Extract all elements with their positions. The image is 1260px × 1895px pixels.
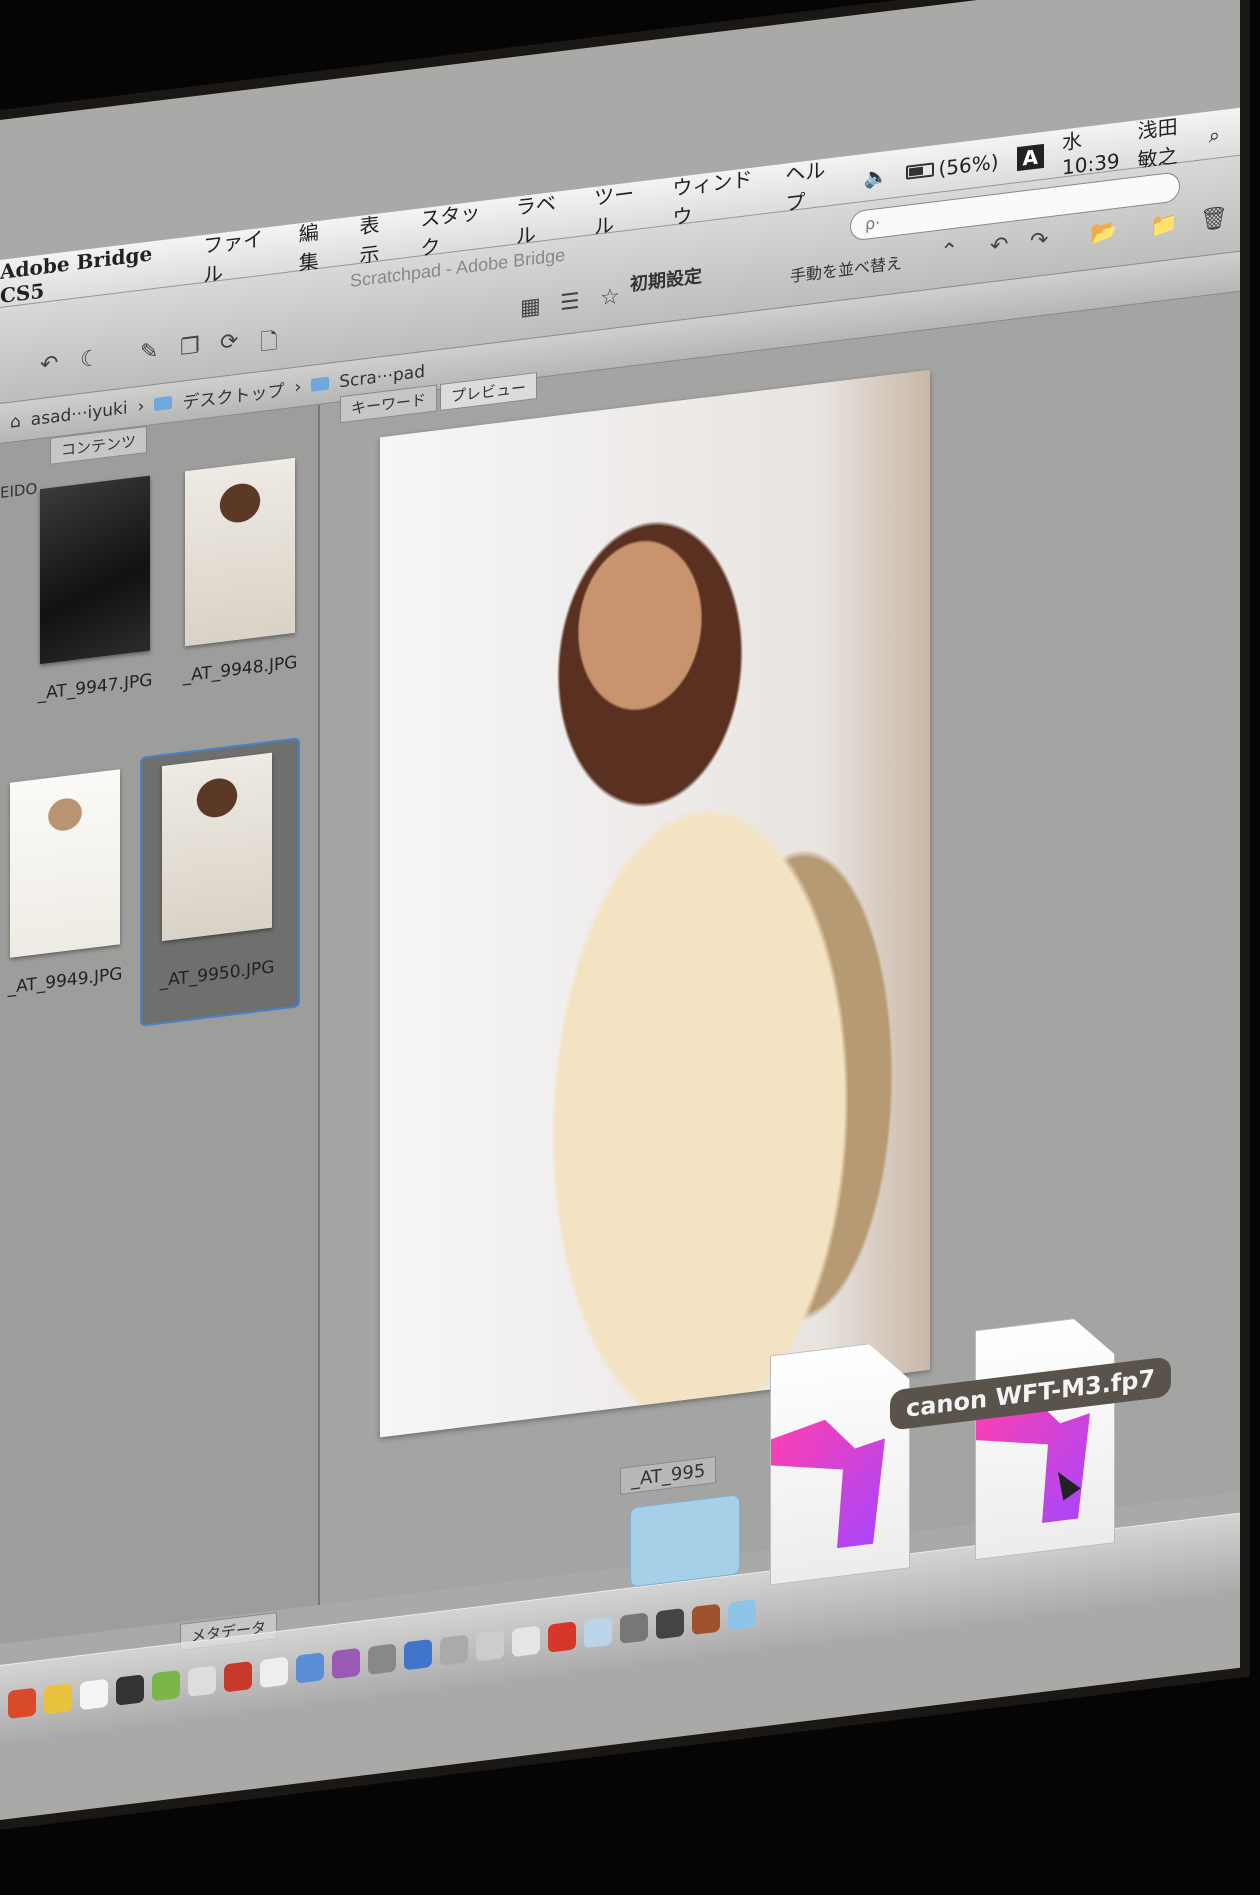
undo-icon[interactable]: ↶ (990, 232, 1008, 259)
thumbnail-label: _AT_9950.JPG (159, 957, 275, 992)
dock-app-icon[interactable] (152, 1669, 180, 1701)
thumbnail-label: _AT_9947.JPG (37, 670, 153, 705)
redo-icon[interactable]: ↷ (1030, 227, 1048, 254)
thumbnail-image (162, 752, 272, 942)
dock-app-icon[interactable] (656, 1607, 684, 1639)
folder-icon (154, 395, 173, 412)
thumbnail-item-selected[interactable]: _AT_9950.JPG (140, 737, 300, 1027)
volume-icon[interactable]: 🔈 (864, 162, 889, 189)
workspace-selector[interactable]: 初期設定 (630, 262, 702, 297)
dock-app-icon[interactable] (296, 1651, 324, 1684)
dock-app-icon[interactable] (80, 1678, 108, 1710)
input-method-icon[interactable]: A (1016, 143, 1044, 171)
dock-app-icon[interactable] (548, 1620, 576, 1653)
trash-icon[interactable]: 🗑 (1200, 205, 1228, 233)
dock-app-icon[interactable] (584, 1616, 612, 1648)
dock-app-icon[interactable] (116, 1673, 144, 1706)
dragged-file-icon[interactable] (975, 1313, 1115, 1560)
thumbnail-item[interactable]: _AT_9948.JPG (165, 455, 315, 713)
menu-view[interactable]: 表示 (360, 206, 395, 268)
dock-app-icon[interactable] (512, 1625, 540, 1657)
battery-percent: (56%) (938, 148, 999, 181)
sort-menu[interactable]: 手動を並べ替え (790, 249, 902, 287)
thumbnail-label: _AT_9949.JPG (7, 963, 123, 999)
dock-app-icon[interactable] (368, 1642, 396, 1675)
dock-app-icon[interactable] (260, 1656, 288, 1688)
dock-app-icon[interactable] (44, 1682, 72, 1715)
thumbnail-label: _AT_9948.JPG (182, 652, 298, 687)
dock-app-icon[interactable] (332, 1647, 360, 1679)
dock-app-icon[interactable] (440, 1634, 468, 1666)
refresh-icon[interactable]: ⟳ (220, 329, 238, 356)
path-segment-desktop[interactable]: デスクトップ (182, 376, 284, 414)
thumbnail-item[interactable]: _AT_9947.JPG (20, 473, 170, 731)
new-folder-icon[interactable]: 📁 (1150, 211, 1177, 239)
file-document-icon[interactable] (770, 1338, 910, 1585)
dock-app-icon[interactable] (476, 1629, 504, 1662)
grid-view-icon[interactable]: ▦ (520, 294, 541, 322)
chevron-right-icon: › (294, 376, 302, 398)
thumbnail-image (40, 475, 150, 665)
dock-app-icon[interactable] (728, 1598, 756, 1631)
star-icon[interactable]: ☆ (600, 284, 620, 311)
copy-icon[interactable]: ❐ (180, 333, 200, 360)
home-icon: ⌂ (10, 410, 21, 433)
dock-app-icon[interactable] (188, 1664, 216, 1697)
dock-app-icon[interactable] (404, 1638, 432, 1670)
back-icon[interactable]: ↶ (40, 351, 58, 378)
camera-icon[interactable]: ✎ (140, 339, 158, 366)
new-document-icon[interactable]: 🗋 (260, 324, 278, 364)
dock-app-icon[interactable] (692, 1603, 720, 1635)
folder-icon[interactable] (630, 1494, 740, 1588)
chevron-right-icon: › (137, 395, 145, 417)
thumbnail-image (10, 769, 120, 958)
thumbnail-item[interactable]: _AT_9949.JPG (0, 767, 140, 1025)
app-logo-icon (771, 1412, 891, 1557)
boomerang-icon[interactable]: ☾ (80, 346, 100, 373)
list-view-icon[interactable]: ☰ (560, 289, 580, 316)
preview-image[interactable] (380, 369, 930, 1438)
content-panel: EIDO コンテンツ _AT_9947.JPG _AT_9948.JPG _AT… (0, 404, 320, 1644)
path-segment-user[interactable]: asad···iyuki (31, 398, 128, 430)
menu-edit[interactable]: 編集 (299, 214, 334, 276)
battery-icon[interactable]: (56%) (906, 148, 999, 184)
spotlight-search-icon[interactable]: ⌕ (1209, 122, 1220, 147)
projected-screen: Adobe Bridge CS5 ファイル 編集 表示 スタック ラベル ツール… (0, 0, 1240, 1820)
dock-app-icon[interactable] (224, 1660, 252, 1692)
dock-app-icon[interactable] (8, 1687, 36, 1719)
dock-app-icon[interactable] (620, 1611, 648, 1644)
sort-direction-icon[interactable]: ⌃ (940, 238, 958, 265)
thumbnail-image (185, 457, 295, 647)
preview-caption: _AT_995 (620, 1456, 717, 1495)
folder-icon (311, 376, 330, 392)
open-folder-icon[interactable]: 📂 (1090, 219, 1117, 247)
